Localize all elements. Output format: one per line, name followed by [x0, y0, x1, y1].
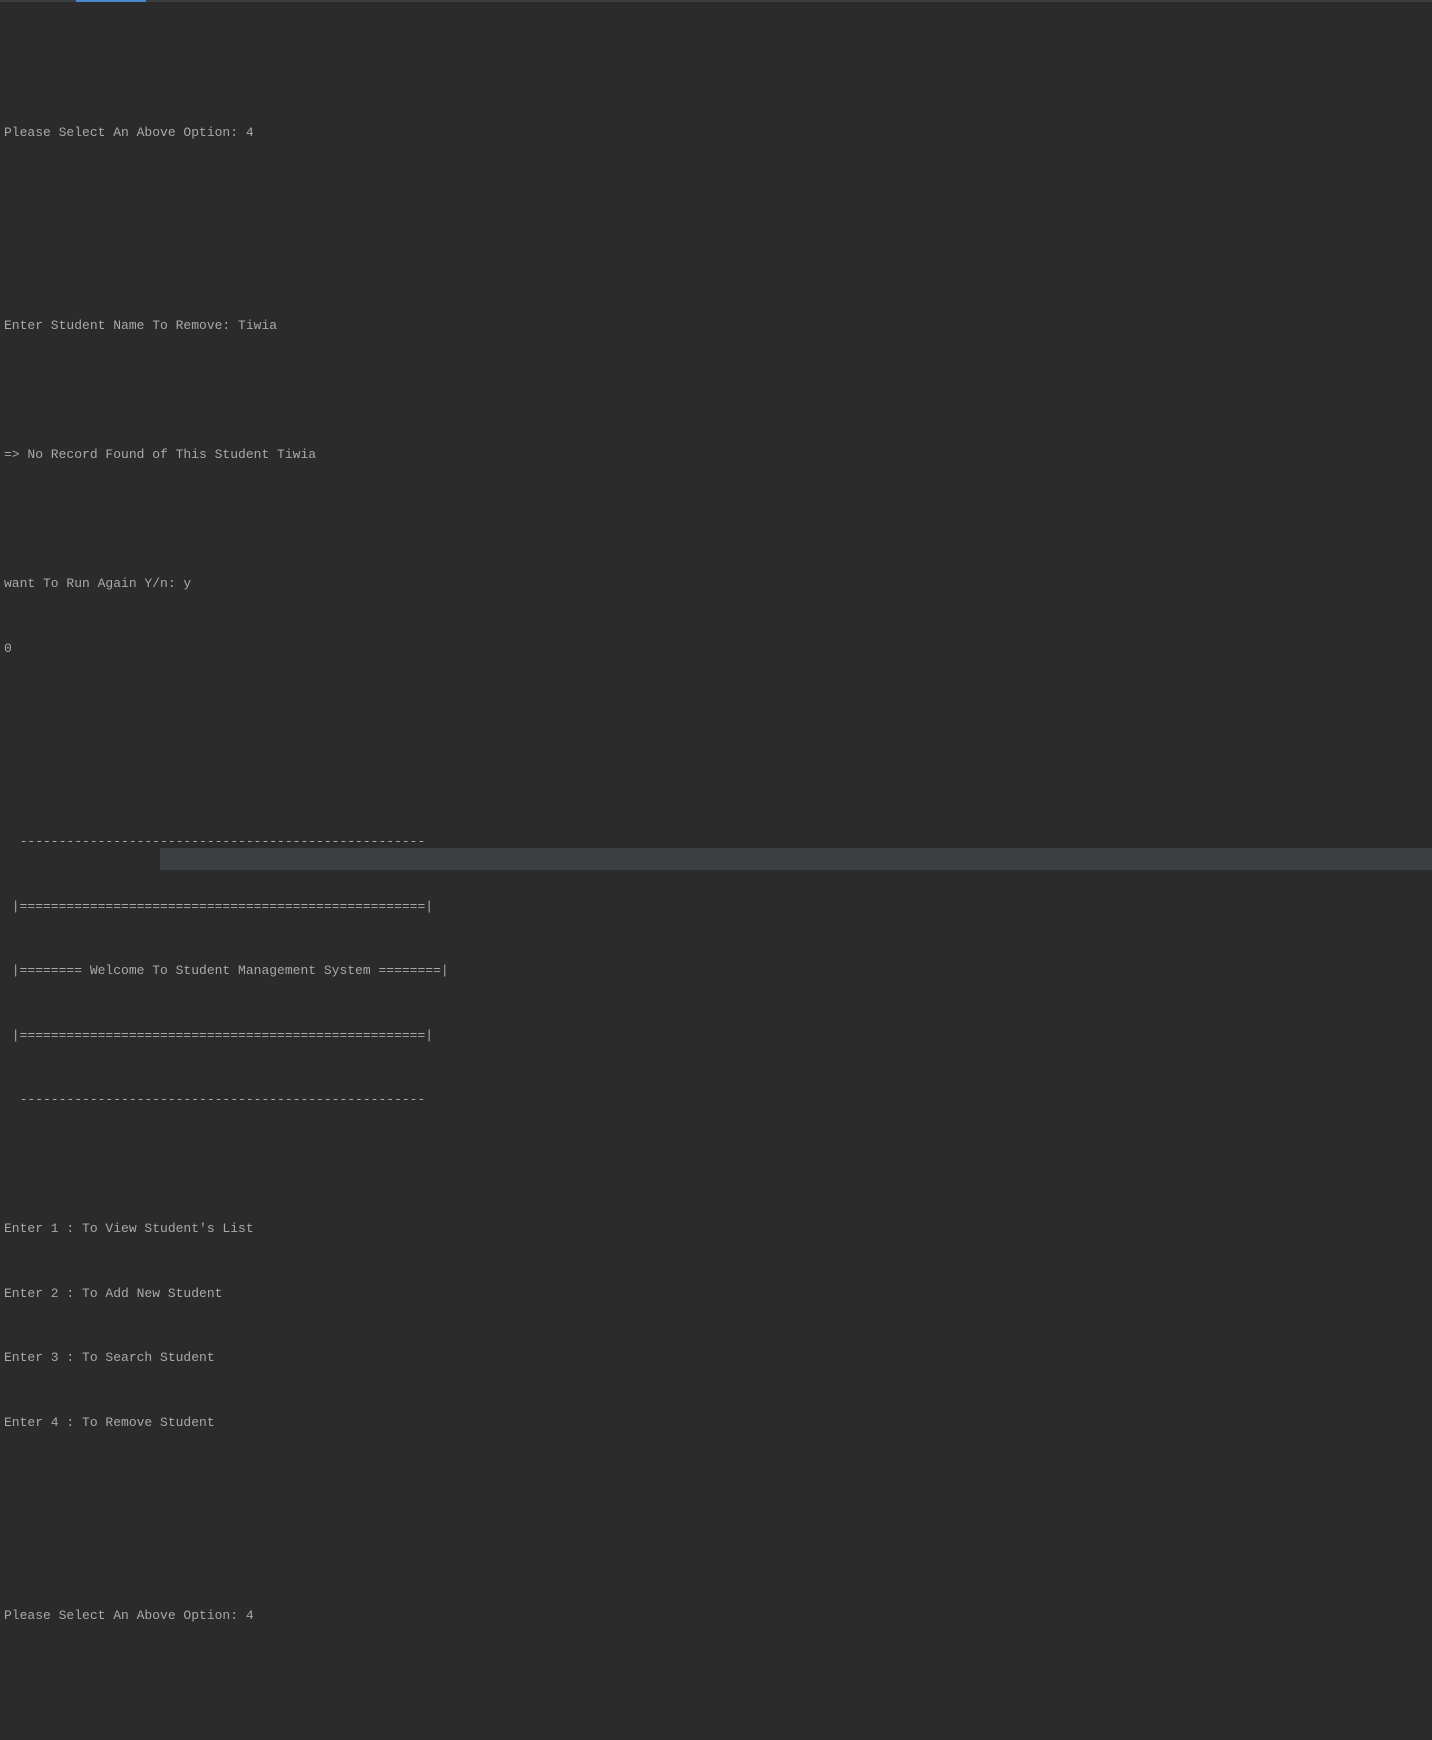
terminal-line [4, 1154, 1428, 1176]
terminal-line: Enter 2 : To Add New Student [4, 1283, 1428, 1305]
status-bar-segment [168, 848, 250, 870]
terminal-line: Please Select An Above Option: 4 [4, 122, 1428, 144]
status-bar [0, 848, 1432, 870]
terminal-line: Enter Student Name To Remove: Tiwia [4, 315, 1428, 337]
terminal-line [4, 509, 1428, 531]
terminal-line: Enter 1 : To View Student's List [4, 1218, 1428, 1240]
terminal-line: |=======================================… [4, 1025, 1428, 1047]
terminal-line: => No Record Found of This Student Tiwia [4, 444, 1428, 466]
terminal-line: 0 [4, 638, 1428, 660]
terminal-line: ----------------------------------------… [4, 1089, 1428, 1111]
terminal-line: Please Select An Above Option: 4 [4, 1605, 1428, 1627]
terminal-line [4, 1476, 1428, 1498]
terminal-line [4, 767, 1428, 789]
terminal-line: Enter 4 : To Remove Student [4, 1412, 1428, 1434]
terminal-line [4, 251, 1428, 273]
terminal-line [4, 702, 1428, 724]
terminal-line: |======== Welcome To Student Management … [4, 960, 1428, 982]
terminal-line: want To Run Again Y/n: y [4, 573, 1428, 595]
terminal-line [4, 1670, 1428, 1692]
terminal-output[interactable]: Please Select An Above Option: 4 Enter S… [0, 2, 1432, 1740]
active-tab-indicator [76, 0, 146, 2]
terminal-line [4, 1541, 1428, 1563]
terminal-line: Enter 3 : To Search Student [4, 1347, 1428, 1369]
terminal-line [4, 57, 1428, 79]
status-bar-segment [0, 848, 160, 870]
terminal-line [4, 186, 1428, 208]
terminal-line: |=======================================… [4, 896, 1428, 918]
terminal-line [4, 380, 1428, 402]
terminal-line [4, 1734, 1428, 1740]
top-border [0, 0, 1432, 2]
